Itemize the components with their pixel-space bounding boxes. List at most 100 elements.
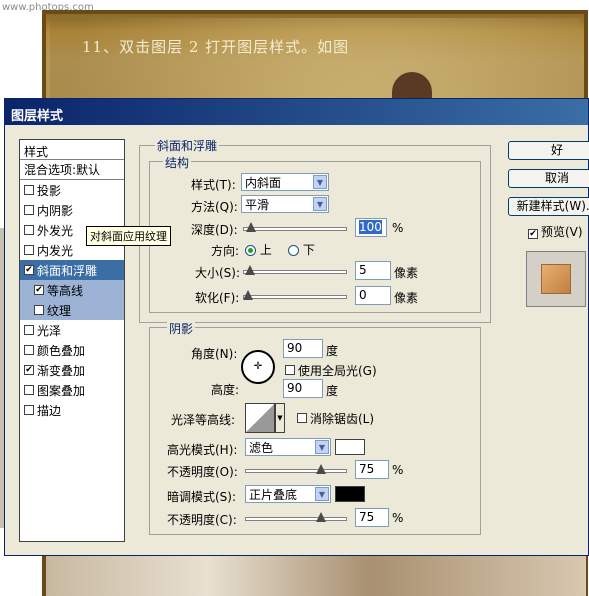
style-item-satin[interactable]: 光泽 bbox=[20, 320, 124, 340]
style-item-texture[interactable]: 纹理 bbox=[20, 300, 124, 320]
radio-button[interactable] bbox=[288, 245, 299, 256]
shadow-color-swatch[interactable] bbox=[335, 486, 365, 502]
style-item-label: 光泽 bbox=[37, 323, 62, 338]
style-list: 样式 混合选项:默认 投影 内阴影 外发光 内发光 ✔ 斜面和浮雕 ✔ 等高线 纹理… bbox=[19, 139, 125, 542]
style-item-stroke[interactable]: 描边 bbox=[20, 400, 124, 420]
chevron-down-icon: ▼ bbox=[315, 440, 329, 454]
technique-select[interactable]: 平滑 ▼ bbox=[241, 195, 329, 213]
altitude-label: 高度: bbox=[211, 383, 240, 397]
color-overlay-checkbox[interactable] bbox=[24, 345, 34, 355]
bevel-style-value: 内斜面 bbox=[245, 175, 282, 190]
anti-aliased-label: 消除锯齿(L) bbox=[310, 412, 375, 426]
direction-label: 方向: bbox=[211, 244, 240, 258]
style-list-header[interactable]: 样式 bbox=[20, 140, 124, 160]
depth-value: 100 bbox=[359, 220, 382, 234]
inner-glow-checkbox[interactable] bbox=[24, 245, 34, 255]
size-slider[interactable] bbox=[243, 265, 347, 275]
style-item-drop-shadow[interactable]: 投影 bbox=[20, 180, 124, 200]
shadow-opacity-input[interactable]: 75 bbox=[355, 508, 389, 527]
shadow-opacity-thumb[interactable] bbox=[316, 512, 326, 522]
angle-input[interactable]: 90 bbox=[283, 339, 323, 358]
angle-label: 角度(N): bbox=[191, 347, 238, 361]
pattern-overlay-checkbox[interactable] bbox=[24, 385, 34, 395]
shadow-mode-value: 正片叠底 bbox=[249, 487, 298, 502]
altitude-unit: 度 bbox=[326, 384, 339, 398]
anti-aliased-option[interactable]: 消除锯齿(L) bbox=[297, 410, 374, 427]
size-input[interactable]: 5 bbox=[355, 261, 391, 280]
gloss-contour-label: 光泽等高线: bbox=[171, 413, 236, 427]
highlight-opacity-thumb[interactable] bbox=[316, 464, 326, 474]
style-preview-swatch bbox=[541, 264, 571, 294]
angle-dial[interactable]: ✛ bbox=[241, 350, 275, 384]
structure-title: 结构 bbox=[163, 154, 192, 171]
style-item-pattern-overlay[interactable]: 图案叠加 bbox=[20, 380, 124, 400]
size-slider-thumb[interactable] bbox=[245, 265, 255, 275]
ok-button[interactable]: 好 bbox=[508, 141, 589, 160]
depth-input[interactable]: 100 bbox=[355, 218, 387, 237]
cancel-button[interactable]: 取消 bbox=[508, 169, 589, 188]
style-item-gradient-overlay[interactable]: ✔ 渐变叠加 bbox=[20, 360, 124, 380]
bevel-emboss-checkbox[interactable]: ✔ bbox=[24, 265, 34, 275]
direction-up-radio[interactable]: 上 bbox=[245, 241, 272, 258]
style-item-label: 渐变叠加 bbox=[37, 363, 86, 378]
style-item-inner-shadow[interactable]: 内阴影 bbox=[20, 200, 124, 220]
gloss-contour-dropdown[interactable]: ▼ bbox=[275, 403, 285, 433]
size-label: 大小(S): bbox=[195, 266, 241, 280]
style-item-bevel-emboss[interactable]: ✔ 斜面和浮雕 bbox=[20, 260, 124, 280]
gradient-overlay-checkbox[interactable]: ✔ bbox=[24, 365, 34, 375]
global-light-checkbox[interactable] bbox=[285, 365, 295, 375]
direction-down-label: 下 bbox=[302, 243, 315, 257]
texture-checkbox[interactable] bbox=[34, 305, 44, 315]
shadow-opacity-unit: % bbox=[392, 511, 404, 525]
radio-button[interactable] bbox=[245, 245, 256, 256]
depth-slider-thumb[interactable] bbox=[246, 222, 256, 232]
artwork-bottom bbox=[46, 556, 586, 596]
depth-slider[interactable] bbox=[243, 222, 347, 232]
highlight-opacity-input[interactable]: 75 bbox=[355, 460, 389, 479]
soften-slider-thumb[interactable] bbox=[243, 290, 253, 300]
gloss-contour-preview[interactable] bbox=[245, 403, 275, 433]
bevel-style-select[interactable]: 内斜面 ▼ bbox=[241, 173, 329, 191]
highlight-mode-select[interactable]: 滤色 ▼ bbox=[245, 438, 331, 456]
highlight-opacity-slider[interactable] bbox=[245, 464, 347, 474]
global-light-option[interactable]: 使用全局光(G) bbox=[285, 362, 377, 379]
anti-aliased-checkbox[interactable] bbox=[297, 413, 307, 423]
style-item-label: 纹理 bbox=[47, 303, 72, 318]
drop-shadow-checkbox[interactable] bbox=[24, 185, 34, 195]
highlight-opacity-unit: % bbox=[392, 463, 404, 477]
stroke-checkbox[interactable] bbox=[24, 405, 34, 415]
angle-unit: 度 bbox=[326, 344, 339, 358]
altitude-input[interactable]: 90 bbox=[283, 379, 323, 398]
outer-glow-checkbox[interactable] bbox=[24, 225, 34, 235]
contour-checkbox[interactable]: ✔ bbox=[34, 285, 44, 295]
chevron-down-icon: ▼ bbox=[313, 175, 327, 189]
new-style-button[interactable]: 新建样式(W)... bbox=[508, 197, 589, 216]
satin-checkbox[interactable] bbox=[24, 325, 34, 335]
size-unit: 像素 bbox=[394, 266, 419, 280]
style-item-label: 内阴影 bbox=[37, 203, 74, 218]
soften-input[interactable]: 0 bbox=[355, 286, 391, 305]
highlight-opacity-label: 不透明度(O): bbox=[167, 465, 238, 479]
technique-label: 方法(Q): bbox=[191, 200, 238, 214]
style-item-label: 描边 bbox=[37, 403, 62, 418]
style-item-contour[interactable]: ✔ 等高线 bbox=[20, 280, 124, 300]
shadow-opacity-label: 不透明度(C): bbox=[167, 513, 237, 527]
style-item-label: 投影 bbox=[37, 183, 62, 198]
direction-down-radio[interactable]: 下 bbox=[288, 241, 315, 258]
soften-slider[interactable] bbox=[243, 290, 347, 300]
chevron-down-icon: ▼ bbox=[313, 197, 327, 211]
style-item-label: 外发光 bbox=[37, 223, 74, 238]
preview-option[interactable]: ✔ 预览(V) bbox=[528, 223, 583, 240]
highlight-color-swatch[interactable] bbox=[335, 439, 365, 455]
shadow-mode-select[interactable]: 正片叠底 ▼ bbox=[245, 485, 331, 503]
style-item-blend-options[interactable]: 混合选项:默认 bbox=[20, 160, 124, 180]
style-item-color-overlay[interactable]: 颜色叠加 bbox=[20, 340, 124, 360]
inner-shadow-checkbox[interactable] bbox=[24, 205, 34, 215]
shadow-opacity-slider[interactable] bbox=[245, 512, 347, 522]
preview-checkbox[interactable]: ✔ bbox=[528, 229, 538, 239]
soften-unit: 像素 bbox=[394, 291, 419, 305]
shading-title: 阴影 bbox=[167, 320, 196, 337]
technique-value: 平滑 bbox=[245, 197, 270, 212]
soften-label: 软化(F): bbox=[195, 291, 240, 305]
preview-label: 预览(V) bbox=[541, 225, 583, 239]
